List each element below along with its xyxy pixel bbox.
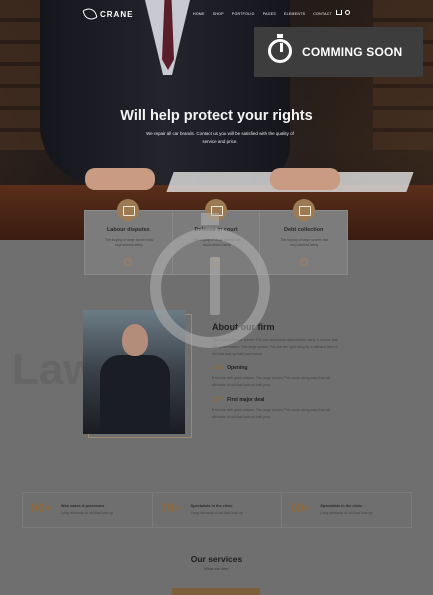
card-title: Debt collection xyxy=(283,227,324,233)
milestone-year: 1997 xyxy=(212,397,224,403)
stats-bar: 90+ Won cases & processes Long diehards … xyxy=(22,492,412,528)
menu-item-shop[interactable]: SHOP xyxy=(213,12,224,16)
milestone-year: 1982 xyxy=(212,365,224,371)
stat-number: 50+ xyxy=(290,501,311,515)
main-menu: HOME SHOP PORTFOLIO PAGES ELEMENTS CONTA… xyxy=(193,12,332,16)
money-icon xyxy=(292,199,315,221)
coming-soon-label: COMMING SOON xyxy=(302,45,403,59)
practice-card[interactable]: Debt collection The buying of large scre… xyxy=(260,199,347,274)
portrait-suit xyxy=(100,355,170,434)
page-root: CRANE HOME SHOP PORTFOLIO PAGES ELEMENTS… xyxy=(0,0,433,595)
menu-item-home[interactable]: HOME xyxy=(193,12,205,16)
milestone-title: Opening xyxy=(227,365,248,371)
menu-item-pages[interactable]: PAGES xyxy=(263,12,276,16)
portrait-head xyxy=(122,324,148,356)
stat-title: Specialists in the clinic xyxy=(190,504,233,508)
stat-number: 90+ xyxy=(31,501,52,515)
milestone-heading: 1997 First major deal xyxy=(212,397,264,403)
services-title: Our services xyxy=(190,554,243,564)
stat-text: Long diehards of old that look up xyxy=(61,511,114,515)
coming-soon-badge[interactable]: COMMING SOON xyxy=(254,27,423,77)
brand-logo[interactable]: CRANE xyxy=(82,6,134,22)
services-subtitle: What we offer xyxy=(204,566,229,571)
milestone-text: It seems with good reason. The large scr… xyxy=(212,376,330,387)
cart-icon[interactable] xyxy=(336,10,342,15)
card-text: The buying of large screen has skyrocket… xyxy=(280,238,329,247)
milestone-heading: 1982 Opening xyxy=(212,365,247,371)
briefcase-icon xyxy=(117,199,140,221)
card-text: The buying of large screen has skyrocket… xyxy=(104,238,154,247)
search-icon[interactable] xyxy=(345,10,350,15)
menu-item-elements[interactable]: ELEMENTS xyxy=(284,12,305,16)
stat-item: 50+ Specialists in the clinic Long dieha… xyxy=(282,493,411,527)
stat-text: Long diehards of old that look up xyxy=(190,511,243,515)
hero-hand-left xyxy=(85,168,155,190)
milestone-title: First major deal xyxy=(227,397,265,403)
stopwatch-icon xyxy=(268,34,292,63)
brand-name: CRANE xyxy=(100,9,134,19)
plus-icon[interactable]: + xyxy=(299,258,308,266)
card-title: Labour disputes xyxy=(106,227,150,233)
top-nav: CRANE HOME SHOP PORTFOLIO PAGES ELEMENTS… xyxy=(0,0,433,28)
timer-watermark-hand xyxy=(210,257,220,315)
stat-text: Long diehards of old that look up xyxy=(320,511,373,515)
hero-subtitle: We repair all car brands. Contact us you… xyxy=(146,131,294,144)
hero-title: Will help protect your rights xyxy=(120,108,313,124)
menu-item-contact[interactable]: CONTACT xyxy=(313,12,332,16)
milestone-text: It seems with good reason. The large scr… xyxy=(212,408,330,419)
menu-item-portfolio[interactable]: PORTFOLIO xyxy=(232,12,255,16)
stat-title: Won cases & processes xyxy=(61,504,105,508)
stat-item: 70+ Specialists in the clinic Long dieha… xyxy=(153,493,283,527)
plus-icon[interactable]: + xyxy=(124,258,133,266)
hero-hand-right xyxy=(270,168,340,190)
stat-number: 70+ xyxy=(160,501,182,515)
stat-item: 90+ Won cases & processes Long diehards … xyxy=(23,493,153,527)
stat-title: Specialists in the clinic xyxy=(320,504,363,508)
crane-bird-icon xyxy=(82,6,98,22)
services-preview-bar xyxy=(172,588,260,595)
